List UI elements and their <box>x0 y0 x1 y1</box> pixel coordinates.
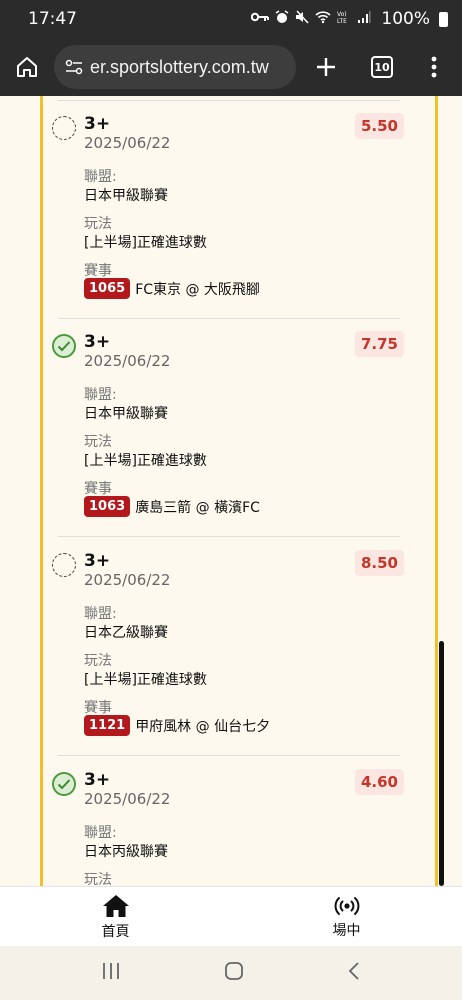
home-circle-icon <box>225 962 243 980</box>
wifi-icon <box>315 10 331 28</box>
play-label: 玩法 <box>84 653 112 669</box>
address-bar[interactable]: er.sportslottery.com.tw <box>54 45 296 89</box>
status-bar: 17:47 Vo) LTE 100% <box>0 0 462 38</box>
url-text: er.sportslottery.com.tw <box>90 56 269 77</box>
match-teams: 廣島三箭 @ 橫濱FC <box>135 499 260 516</box>
unchecked-circle-icon[interactable] <box>52 553 76 577</box>
status-icons: Vo) LTE 100% <box>251 9 448 29</box>
league-value: 日本丙級聯賽 <box>84 844 168 860</box>
unchecked-circle-icon[interactable] <box>52 116 76 140</box>
site-settings-icon[interactable] <box>64 57 84 77</box>
plus-icon <box>317 58 335 76</box>
event-label: 賽事 <box>84 481 112 497</box>
league-value: 日本甲級聯賽 <box>84 406 168 422</box>
nav-home[interactable]: 首頁 <box>0 887 231 946</box>
bet-title: 3+ <box>84 114 111 134</box>
svg-text:LTE: LTE <box>337 18 347 24</box>
league-label: 聯盟: <box>84 387 117 403</box>
play-value: [上半場]正確進球數 <box>84 453 207 469</box>
match-row: 1063 廣島三箭 @ 橫濱FC <box>84 496 260 517</box>
bet-title: 3+ <box>84 770 111 790</box>
browser-toolbar: er.sportslottery.com.tw 10 <box>0 38 462 96</box>
play-value: [上半場]正確進球數 <box>84 672 207 688</box>
league-label: 聯盟: <box>84 606 117 622</box>
alarm-icon <box>275 10 289 28</box>
bet-item[interactable]: 3+ 2025/06/22 4.60 聯盟: 日本丙級聯賽 玩法 <box>48 752 404 886</box>
bet-item[interactable]: 3+ 2025/06/22 7.75 聯盟: 日本甲級聯賽 玩法 [上半場]正確… <box>48 314 404 537</box>
checked-circle-icon[interactable] <box>52 772 76 796</box>
browser-home-button[interactable] <box>0 38 54 96</box>
play-label: 玩法 <box>84 216 112 232</box>
league-value: 日本甲級聯賽 <box>84 188 168 204</box>
bet-item[interactable]: 3+ 2025/06/22 5.50 聯盟: 日本甲級聯賽 玩法 [上半場]正確… <box>48 96 404 319</box>
battery-percent: 100% <box>381 9 430 29</box>
odds-badge: 4.60 <box>354 769 404 795</box>
league-value: 日本乙級聯賽 <box>84 625 168 641</box>
new-tab-button[interactable] <box>298 56 354 78</box>
match-teams: 甲府風林 @ 仙台七夕 <box>135 718 271 735</box>
bet-title: 3+ <box>84 332 111 352</box>
match-row: 1065 FC東京 @ 大阪飛腳 <box>84 278 260 299</box>
bottom-nav: 首頁 場中 <box>0 886 462 946</box>
home-icon <box>102 894 129 917</box>
live-broadcast-icon <box>334 896 359 915</box>
bet-date: 2025/06/22 <box>84 352 171 370</box>
mute-icon <box>295 10 309 28</box>
home-icon <box>17 57 37 77</box>
event-label: 賽事 <box>84 263 112 279</box>
league-label: 聯盟: <box>84 169 117 185</box>
tab-switcher-button[interactable]: 10 <box>354 56 410 78</box>
system-home-button[interactable] <box>224 961 244 985</box>
recent-apps-button[interactable] <box>101 962 121 984</box>
nav-live-label: 場中 <box>332 922 361 939</box>
match-teams: FC東京 @ 大阪飛腳 <box>135 281 260 298</box>
key-icon <box>251 11 270 27</box>
play-label: 玩法 <box>84 434 112 450</box>
svg-text:Vo): Vo) <box>337 11 347 18</box>
bet-date: 2025/06/22 <box>84 571 171 589</box>
recent-apps-icon <box>103 963 120 979</box>
status-time: 17:47 <box>28 9 77 29</box>
match-row: 1121 甲府風林 @ 仙台七夕 <box>84 715 270 736</box>
checked-circle-icon[interactable] <box>52 334 76 358</box>
back-chevron-icon <box>348 962 359 980</box>
event-label: 賽事 <box>84 700 112 716</box>
more-vert-icon <box>431 56 437 78</box>
bet-list-container: 3+ 2025/06/22 5.50 聯盟: 日本甲級聯賽 玩法 [上半場]正確… <box>0 96 462 886</box>
bet-date: 2025/06/22 <box>84 134 171 152</box>
system-back-button[interactable] <box>347 961 361 985</box>
signal-icon <box>357 10 371 28</box>
play-label: 玩法 <box>84 872 112 886</box>
bet-title: 3+ <box>84 551 111 571</box>
scrollbar[interactable] <box>439 641 444 886</box>
bet-item[interactable]: 3+ 2025/06/22 8.50 聯盟: 日本乙級聯賽 玩法 [上半場]正確… <box>48 533 404 756</box>
match-id-badge: 1063 <box>84 496 131 517</box>
league-label: 聯盟: <box>84 825 117 841</box>
odds-badge: 7.75 <box>354 331 404 357</box>
bet-date: 2025/06/22 <box>84 790 171 808</box>
play-value: [上半場]正確進球數 <box>84 235 207 251</box>
battery-icon <box>439 11 448 27</box>
odds-badge: 5.50 <box>354 113 404 139</box>
nav-live[interactable]: 場中 <box>231 887 462 946</box>
nav-home-label: 首頁 <box>101 923 130 940</box>
match-id-badge: 1065 <box>84 278 131 299</box>
browser-menu-button[interactable] <box>410 56 458 78</box>
odds-badge: 8.50 <box>354 550 404 576</box>
tab-count: 10 <box>371 56 393 78</box>
system-navigation-bar <box>0 946 462 1000</box>
volte-icon: Vo) LTE <box>337 10 351 28</box>
match-id-badge: 1121 <box>84 715 131 736</box>
